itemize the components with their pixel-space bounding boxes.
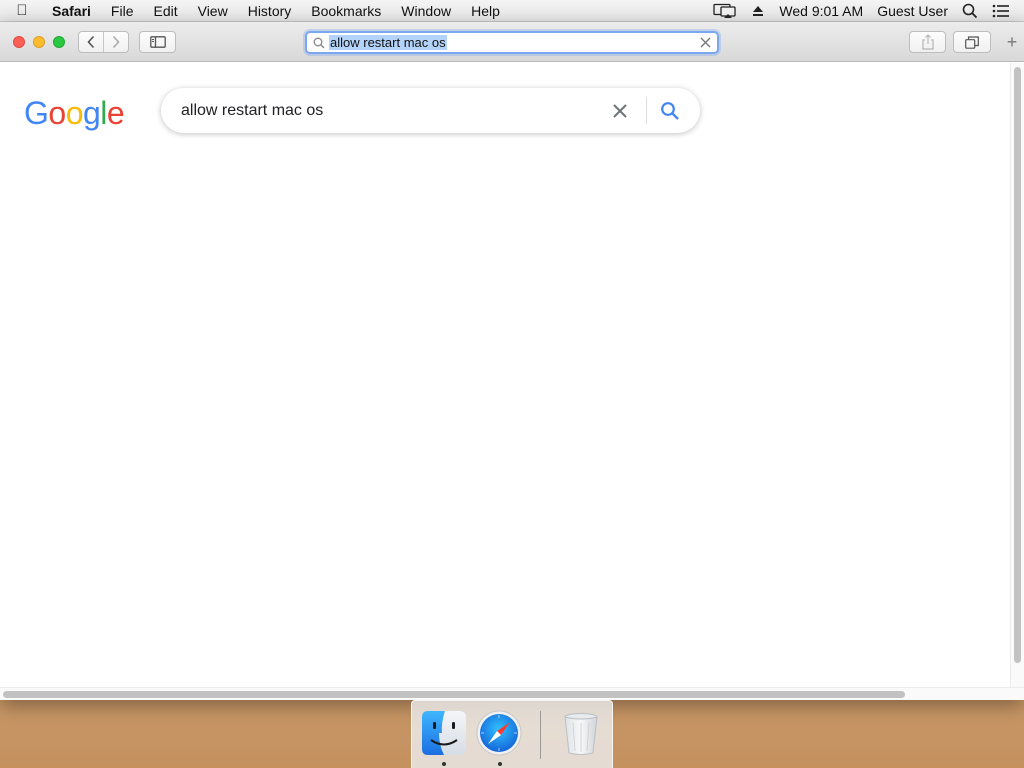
close-icon: [613, 104, 627, 118]
address-bar[interactable]: allow restart mac os: [305, 31, 719, 54]
dock-safari[interactable]: [475, 709, 523, 757]
logo-letter: o: [48, 95, 66, 131]
safari-icon: [476, 710, 522, 756]
fast-user-switching[interactable]: Guest User: [877, 3, 948, 19]
history-nav-group: [78, 31, 129, 53]
zoom-window-button[interactable]: [53, 36, 65, 48]
horizontal-scrollbar[interactable]: [0, 687, 1024, 700]
menu-safari[interactable]: Safari: [44, 3, 101, 19]
safari-toolbar: allow restart mac os +: [0, 22, 1024, 62]
menu-history[interactable]: History: [238, 3, 302, 19]
menubar-clock[interactable]: Wed 9:01 AM: [779, 3, 863, 19]
sidebar-icon: [149, 36, 166, 48]
web-content: Google allow restart mac os: [0, 63, 1010, 687]
horizontal-scroll-thumb[interactable]: [3, 691, 905, 698]
menu-bar:  Safari File Edit View History Bookmark…: [0, 0, 1024, 22]
vertical-scrollbar[interactable]: [1010, 63, 1024, 687]
forward-button[interactable]: [103, 32, 128, 52]
new-tab-button[interactable]: +: [1000, 22, 1024, 62]
chevron-left-icon: [87, 35, 95, 49]
notification-center-icon[interactable]: [992, 4, 1010, 18]
airplay-display-icon[interactable]: [713, 3, 737, 19]
finder-running-indicator: [442, 762, 446, 766]
apple-menu-icon[interactable]: : [0, 2, 44, 19]
clear-search-button[interactable]: [609, 100, 631, 122]
spotlight-search-icon[interactable]: [962, 3, 978, 19]
safari-running-indicator: [498, 762, 502, 766]
share-icon: [921, 34, 934, 50]
search-icon: [661, 102, 679, 120]
minimize-window-button[interactable]: [33, 36, 45, 48]
menu-file[interactable]: File: [101, 3, 144, 19]
google-logo[interactable]: Google: [24, 95, 125, 132]
menu-edit[interactable]: Edit: [143, 3, 187, 19]
share-button[interactable]: [909, 31, 946, 53]
safari-window: allow restart mac os + Google allow rest…: [0, 22, 1024, 700]
address-text[interactable]: allow restart mac os: [329, 35, 447, 50]
logo-letter: o: [65, 95, 84, 131]
menu-view[interactable]: View: [188, 3, 238, 19]
close-window-button[interactable]: [13, 36, 25, 48]
search-icon: [313, 37, 325, 48]
eject-icon[interactable]: [751, 4, 765, 18]
finder-icon: [422, 711, 466, 755]
menu-bookmarks[interactable]: Bookmarks: [301, 3, 391, 19]
back-button[interactable]: [79, 32, 103, 52]
google-search-box[interactable]: allow restart mac os: [161, 88, 700, 133]
logo-letter: G: [24, 95, 49, 131]
search-box-divider: [646, 97, 647, 124]
trash-icon: [564, 713, 598, 755]
dock-finder[interactable]: [420, 709, 468, 757]
show-all-tabs-button[interactable]: [953, 31, 991, 53]
close-icon: [700, 37, 711, 48]
vertical-scroll-thumb[interactable]: [1014, 67, 1021, 663]
clear-address-button[interactable]: [700, 37, 711, 48]
menu-help[interactable]: Help: [461, 3, 510, 19]
logo-letter: g: [82, 95, 101, 131]
chevron-right-icon: [113, 35, 120, 49]
google-search-button[interactable]: [658, 99, 682, 123]
show-sidebar-button[interactable]: [139, 31, 176, 53]
search-input[interactable]: allow restart mac os: [181, 102, 323, 120]
tabs-overview-icon: [965, 35, 979, 49]
dock-separator: [540, 711, 541, 759]
menu-extras: Wed 9:01 AM Guest User: [713, 0, 1024, 22]
menu-window[interactable]: Window: [391, 3, 461, 19]
dock: [411, 700, 613, 768]
logo-letter: e: [106, 95, 125, 131]
logo-letter: l: [100, 95, 107, 131]
dock-trash[interactable]: [557, 709, 605, 757]
